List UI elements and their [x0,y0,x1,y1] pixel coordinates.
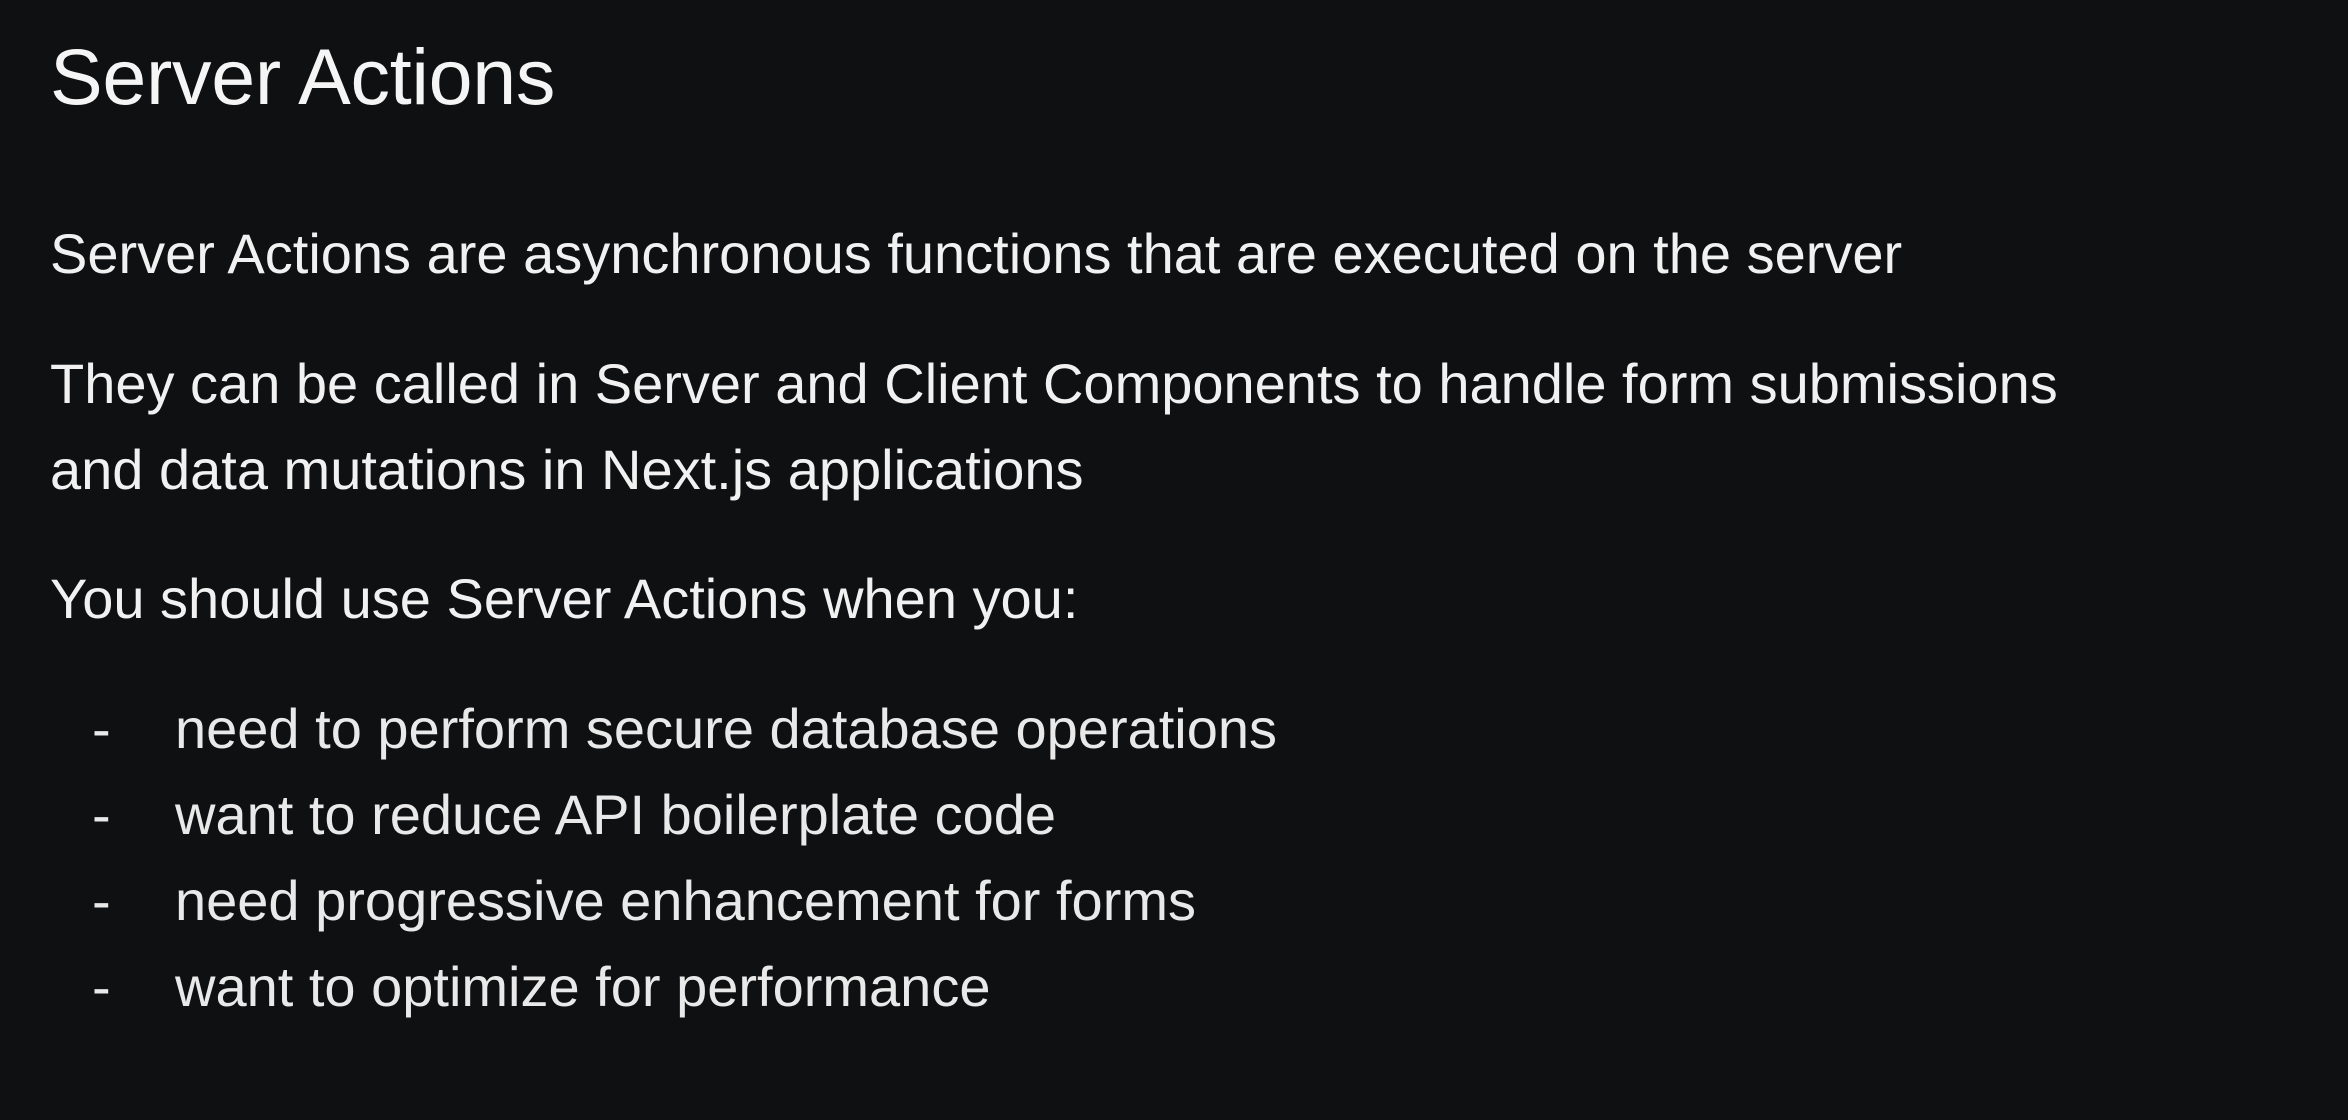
dash-bullet: - [92,697,111,760]
list-item: - need progressive enhancement for forms [50,858,1277,944]
usage-paragraph-line-2: and data mutations in Next.js applicatio… [50,438,1084,501]
slide: Server Actions Server Actions are asynch… [0,0,2348,1120]
list-item: - want to reduce API boilerplate code [50,772,1277,858]
usage-paragraph-line-1: They can be called in Server and Client … [50,352,2058,415]
definition-paragraph: Server Actions are asynchronous function… [50,222,1903,285]
list-item: - want to optimize for performance [50,944,1277,1030]
when-to-use-heading: You should use Server Actions when you: [50,567,1079,630]
list-item-text: want to reduce API boilerplate code [175,783,1057,846]
dash-bullet: - [92,955,111,1018]
use-case-list: - need to perform secure database operat… [50,686,1277,1030]
dash-bullet: - [92,869,111,932]
usage-paragraph: They can be called in Server and Client … [50,341,2058,513]
list-item-text: need to perform secure database operatio… [175,697,1278,760]
slide-title: Server Actions [50,32,556,121]
dash-bullet: - [92,783,111,846]
list-item-text: want to optimize for performance [175,955,991,1018]
list-item-text: need progressive enhancement for forms [175,869,1196,932]
list-item: - need to perform secure database operat… [50,686,1277,772]
